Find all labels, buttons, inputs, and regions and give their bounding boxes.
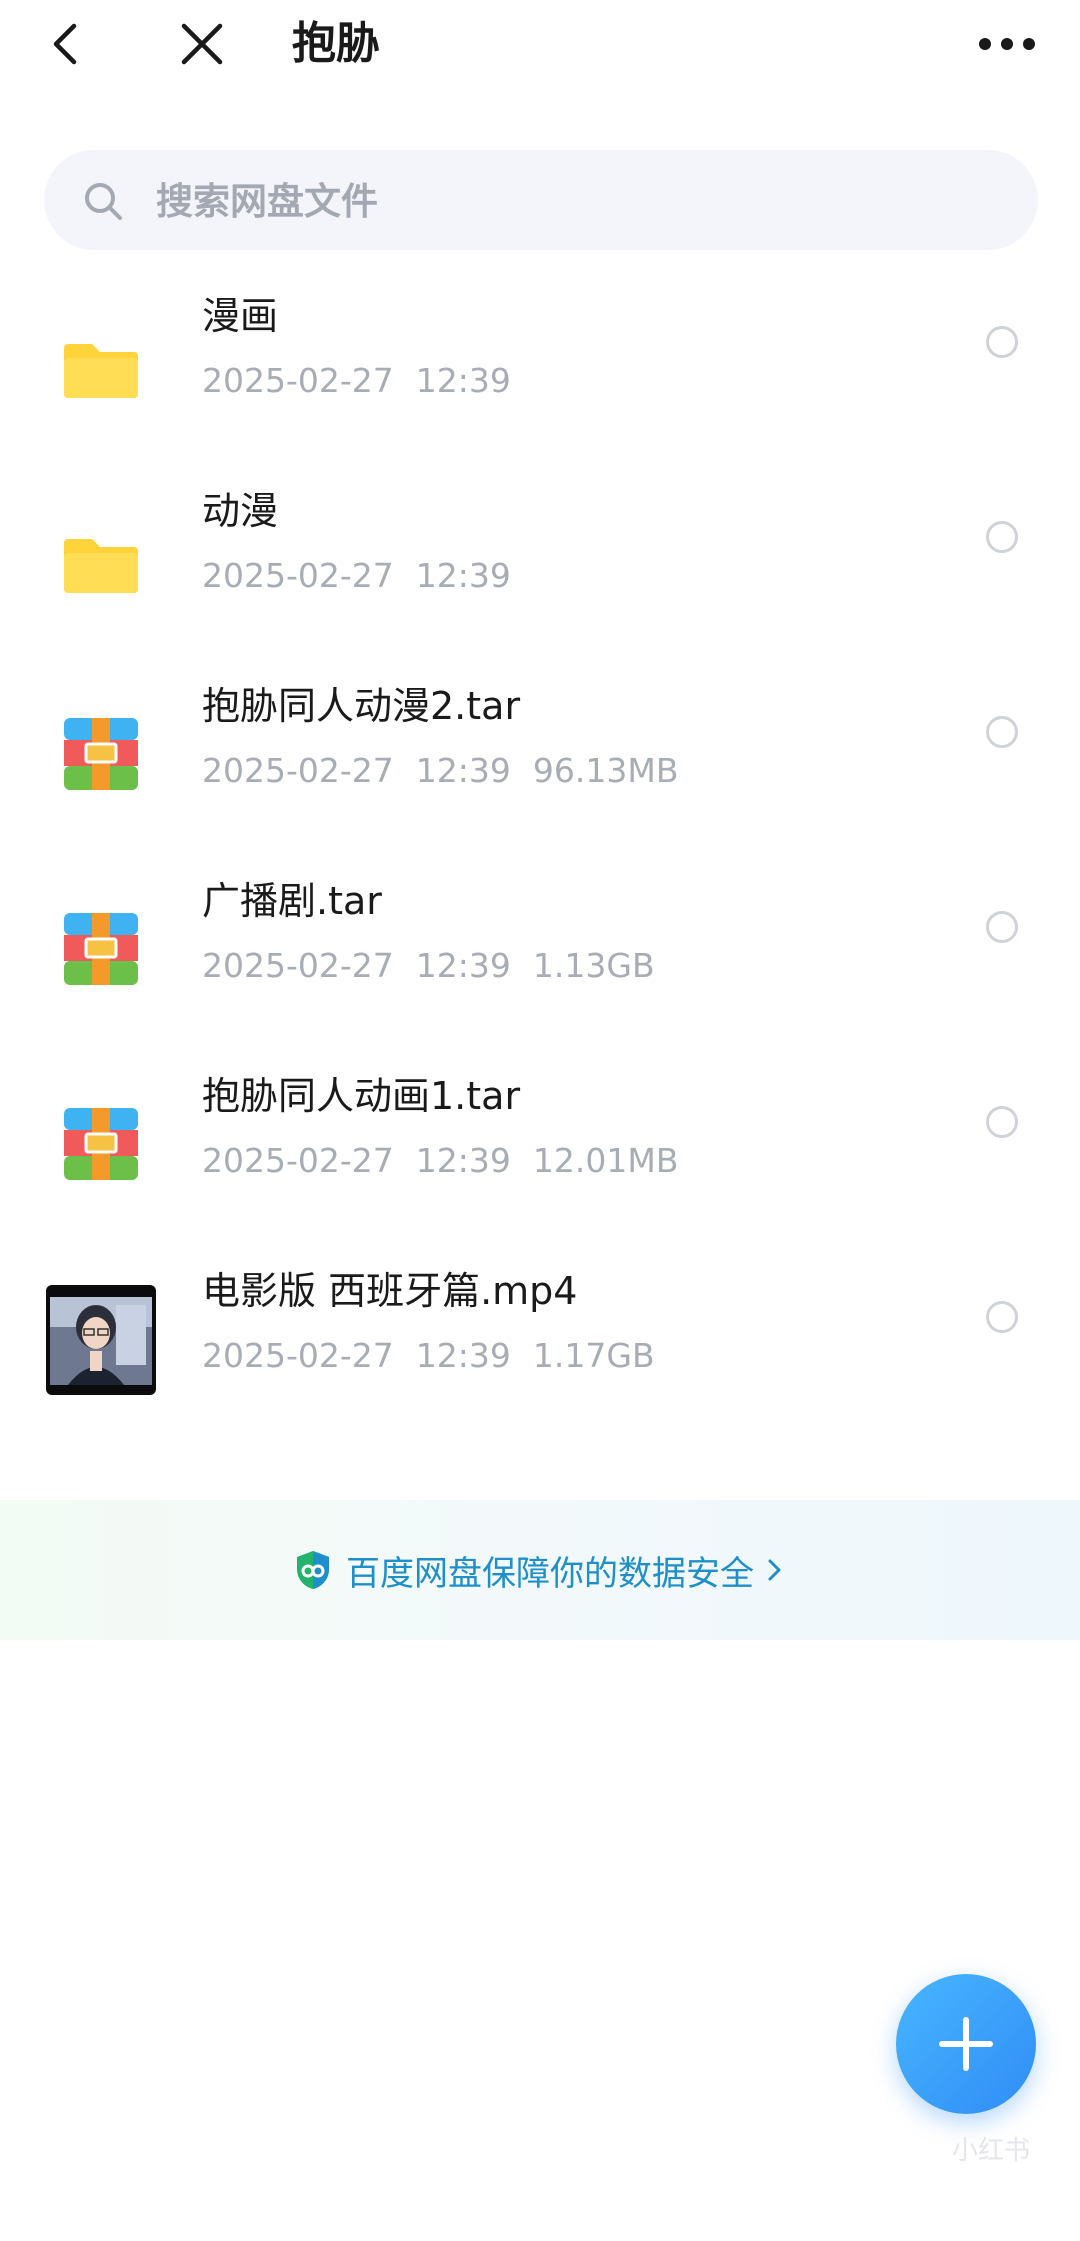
select-checkbox[interactable] xyxy=(986,1301,1018,1333)
archive-icon xyxy=(64,718,138,790)
file-time: 12:39 xyxy=(415,556,511,595)
file-meta: 2025-02-27 12:39 96.13MB xyxy=(202,746,700,796)
security-banner[interactable]: 百度网盘保障你的数据安全 xyxy=(0,1500,1080,1640)
file-row[interactable]: 广播剧.tar 2025-02-27 12:39 1.13GB xyxy=(0,855,1080,1045)
file-time: 12:39 xyxy=(415,946,511,985)
security-banner-text: 百度网盘保障你的数据安全 xyxy=(346,1553,754,1594)
file-name: 抱胁同人动漫2.tar xyxy=(202,684,521,728)
file-meta: 2025-02-27 12:39 xyxy=(202,551,533,601)
file-date: 2025-02-27 xyxy=(202,556,394,595)
file-meta: 2025-02-27 12:39 1.13GB xyxy=(202,941,677,991)
file-row[interactable]: 动漫 2025-02-27 12:39 xyxy=(0,465,1080,655)
archive-icon xyxy=(64,1108,138,1180)
search-input[interactable] xyxy=(154,170,998,232)
file-time: 12:39 xyxy=(415,1336,511,1375)
file-size: 96.13MB xyxy=(532,751,679,790)
video-thumbnail-icon xyxy=(46,1285,156,1395)
plus-icon xyxy=(939,2017,993,2071)
file-date: 2025-02-27 xyxy=(202,1141,394,1180)
file-date: 2025-02-27 xyxy=(202,361,394,400)
file-time: 12:39 xyxy=(415,1141,511,1180)
back-button[interactable] xyxy=(44,14,92,74)
file-date: 2025-02-27 xyxy=(202,751,394,790)
file-name: 漫画 xyxy=(202,294,279,338)
security-banner-content: 百度网盘保障你的数据安全 xyxy=(294,1543,786,1597)
top-bar: 抱胁 xyxy=(0,0,1080,90)
file-time: 12:39 xyxy=(415,751,511,790)
file-size: 1.17GB xyxy=(532,1336,655,1375)
file-date: 2025-02-27 xyxy=(202,1336,394,1375)
file-name: 动漫 xyxy=(202,489,279,533)
more-horizontal-icon xyxy=(979,38,1035,50)
folder-icon xyxy=(64,539,138,593)
select-checkbox[interactable] xyxy=(986,521,1018,553)
close-icon xyxy=(181,23,223,65)
file-name: 电影版 西班牙篇.mp4 xyxy=(202,1269,578,1313)
file-row[interactable]: 抱胁同人动漫2.tar 2025-02-27 12:39 96.13MB xyxy=(0,660,1080,850)
select-checkbox[interactable] xyxy=(986,716,1018,748)
more-button[interactable] xyxy=(972,14,1042,74)
search-bar[interactable] xyxy=(44,150,1038,250)
file-meta: 2025-02-27 12:39 12.01MB xyxy=(202,1136,700,1186)
file-size: 1.13GB xyxy=(532,946,655,985)
search-icon xyxy=(85,183,122,220)
shield-icon xyxy=(297,1551,329,1589)
file-time: 12:39 xyxy=(415,361,511,400)
select-checkbox[interactable] xyxy=(986,1106,1018,1138)
archive-icon xyxy=(64,913,138,985)
file-meta: 2025-02-27 12:39 1.17GB xyxy=(202,1331,677,1381)
file-row[interactable]: 抱胁同人动画1.tar 2025-02-27 12:39 12.01MB xyxy=(0,1050,1080,1240)
file-size: 12.01MB xyxy=(532,1141,679,1180)
file-row[interactable]: 漫画 2025-02-27 12:39 xyxy=(0,270,1080,460)
file-meta: 2025-02-27 12:39 xyxy=(202,356,533,406)
add-button[interactable] xyxy=(896,1974,1036,2114)
file-name: 广播剧.tar xyxy=(202,879,382,923)
page-title: 抱胁 xyxy=(292,18,380,69)
folder-icon xyxy=(64,344,138,398)
select-checkbox[interactable] xyxy=(986,911,1018,943)
file-date: 2025-02-27 xyxy=(202,946,394,985)
close-button[interactable] xyxy=(172,14,232,74)
chevron-right-icon xyxy=(768,1559,781,1581)
watermark: 小红书 xyxy=(952,2136,1031,2166)
file-row[interactable]: 电影版 西班牙篇.mp4 2025-02-27 12:39 1.17GB xyxy=(0,1245,1080,1435)
file-name: 抱胁同人动画1.tar xyxy=(202,1074,521,1118)
select-checkbox[interactable] xyxy=(986,326,1018,358)
chevron-left-icon xyxy=(53,23,77,65)
